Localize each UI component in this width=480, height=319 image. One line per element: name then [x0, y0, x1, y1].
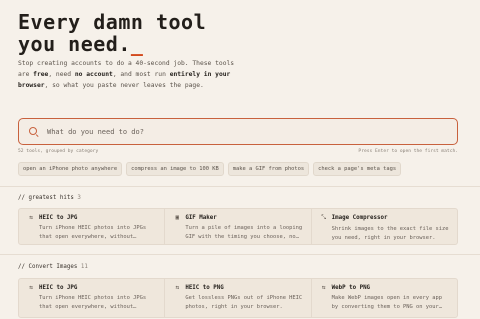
search-meta: 52 tools, grouped by category Press Ente…	[18, 149, 458, 154]
search-icon	[29, 126, 39, 137]
tool-card[interactable]: ⇆ HEIC to JPG Turn iPhone HEIC photos int…	[19, 279, 166, 317]
search-box[interactable]	[18, 118, 458, 145]
title-cursor: _	[130, 32, 144, 56]
section-title: Convert Images	[28, 264, 78, 270]
convert-icon: ⇆	[321, 284, 326, 291]
section-count: 3	[77, 195, 81, 201]
tool-title: WebP to PNG	[331, 284, 371, 291]
suggestion-chip[interactable]: open an iPhone photo anywhere	[18, 162, 123, 176]
section-prefix: //	[18, 195, 29, 201]
suggestion-chip[interactable]: compress an image to 100 KB	[126, 162, 224, 176]
tool-grid: ⇆ HEIC to JPG Turn iPhone HEIC photos int…	[18, 278, 458, 318]
desc-free: free	[33, 71, 49, 78]
page-title: Every damn tool you need._	[18, 11, 318, 55]
search-hint: Press Enter to open the first match.	[358, 149, 458, 154]
section-prefix: //	[18, 264, 29, 270]
tool-description: Turn iPhone HEIC photos into JPGs that o…	[39, 225, 147, 240]
tool-description: Get lossless PNGs out of iPhone HEIC pho…	[185, 295, 303, 310]
tool-description: Make WebP images open in every app by co…	[331, 295, 443, 310]
divider	[0, 186, 480, 187]
tool-title: Image Compressor	[331, 215, 388, 221]
convert-icon: ⇆	[29, 214, 33, 221]
suggestion-chip[interactable]: check a page's meta tags	[313, 162, 402, 176]
tool-title: HEIC to JPG	[39, 214, 78, 221]
film-icon: ▣	[175, 214, 180, 221]
section-heading: // Convert Images 11	[18, 264, 88, 270]
tool-card[interactable]: ⇆ HEIC to JPG Turn iPhone HEIC photos int…	[19, 209, 166, 244]
tool-title: HEIC to JPG	[39, 284, 78, 291]
tool-description: Turn a pile of images into a looping GIF…	[185, 225, 303, 240]
suggestion-chips: open an iPhone photo anywhere compress a…	[18, 162, 402, 176]
hero-description: Stop creating accounts to do a 40-second…	[18, 58, 248, 91]
section-heading: // greatest hits 3	[18, 195, 81, 201]
section-title: greatest hits	[28, 195, 74, 201]
title-line-2-text: you need.	[18, 32, 131, 56]
desc-part-3: , and most run	[112, 71, 170, 78]
title-line-1: Every damn tool	[18, 10, 207, 34]
tool-description: Turn iPhone HEIC photos into JPGs that o…	[39, 295, 147, 310]
desc-part-2: , need	[48, 71, 75, 78]
tools-count: 52 tools, grouped by category	[18, 149, 99, 154]
tool-title: HEIC to PNG	[185, 284, 224, 291]
divider	[0, 254, 480, 255]
tool-card[interactable]: ⤡ Image Compressor Shrink images to the e…	[312, 209, 457, 244]
convert-icon: ⇆	[29, 284, 33, 291]
desc-part-4: , so what you paste never leaves the pag…	[44, 82, 204, 89]
desc-no-account: no account	[74, 71, 113, 78]
section-count: 11	[80, 264, 88, 270]
title-line-2: you need._	[18, 33, 318, 55]
tool-card[interactable]: ⇆ HEIC to PNG Get lossless PNGs out of iP…	[165, 279, 312, 317]
tool-grid: ⇆ HEIC to JPG Turn iPhone HEIC photos int…	[18, 208, 458, 245]
convert-icon: ⇆	[175, 284, 180, 291]
tool-card[interactable]: ▣ GIF Maker Turn a pile of images into a …	[165, 209, 312, 244]
suggestion-chip[interactable]: make a GIF from photos	[227, 162, 310, 176]
compress-icon: ⤡	[321, 214, 327, 221]
tool-description: Shrink images to the exact file size you…	[331, 226, 449, 241]
tool-title: GIF Maker	[185, 214, 217, 221]
tool-card[interactable]: ⇆ WebP to PNG Make WebP images open in ev…	[312, 279, 457, 317]
search-input[interactable]	[47, 127, 447, 136]
